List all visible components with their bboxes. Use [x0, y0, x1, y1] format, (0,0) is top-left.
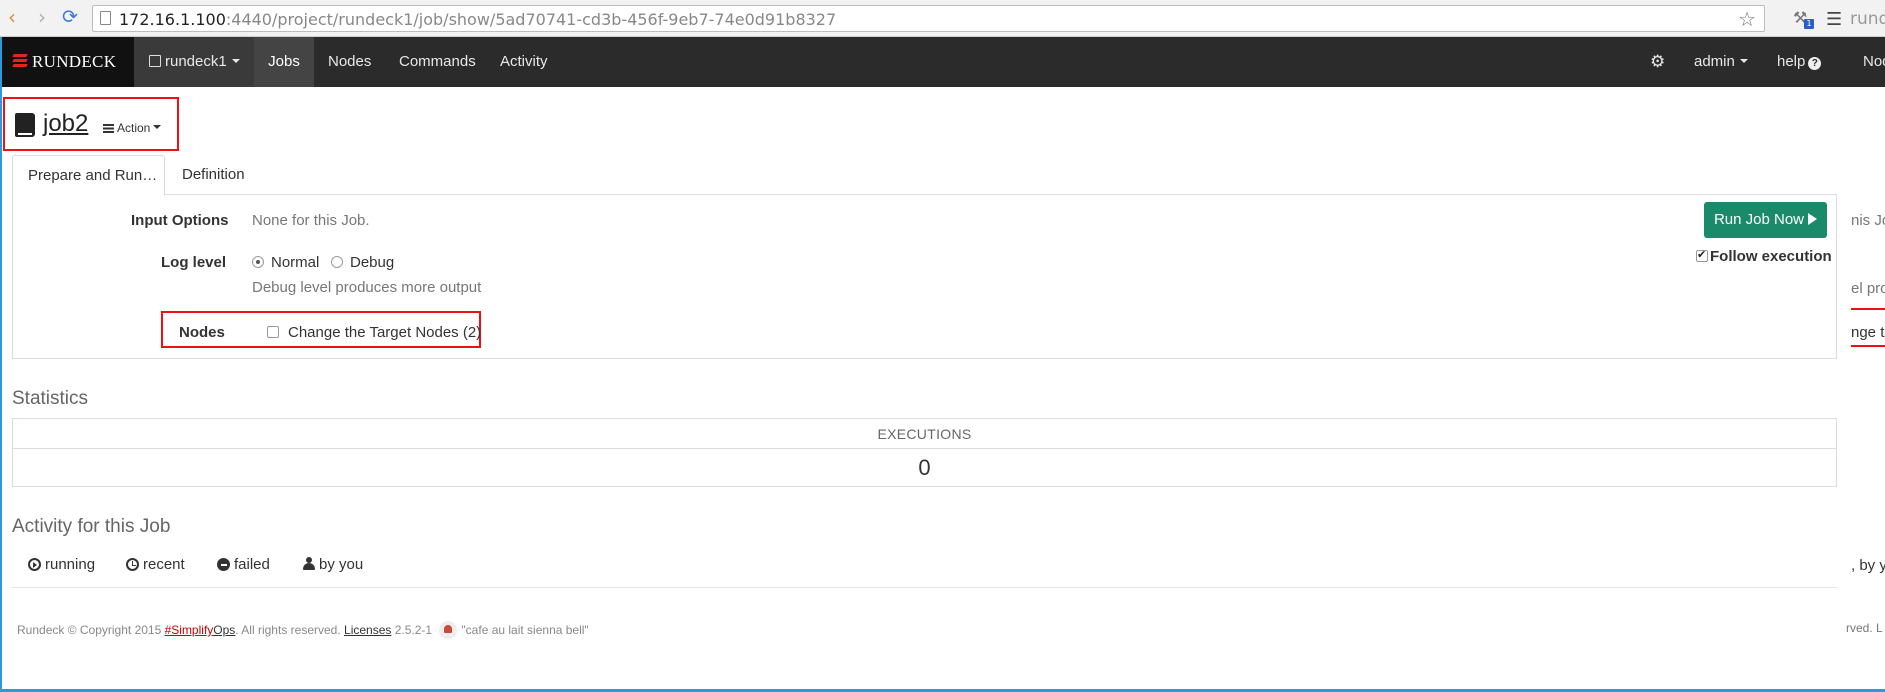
filter-recent-label: recent [143, 556, 185, 573]
run-job-now-label: Run Job Now [1713, 211, 1805, 228]
browser-toolbar: ‹ › ⟳ 172.16.1.100:4440/project/rundeck1… [0, 0, 1885, 37]
help-link[interactable]: help? [1777, 37, 1822, 87]
nodes-label: Nodes [179, 324, 225, 341]
brand-text: RUNDECK [32, 52, 117, 71]
checkbox-icon [267, 326, 279, 338]
question-icon: ? [1808, 57, 1822, 70]
footer-rights: . All rights reserved. [235, 623, 345, 637]
log-level-normal-label: Normal [271, 254, 320, 271]
nav-jobs[interactable]: Jobs [254, 37, 314, 87]
filter-running[interactable]: running [28, 556, 95, 573]
filter-by-you-label: by you [319, 556, 364, 573]
change-target-nodes-checkbox[interactable]: Change the Target Nodes (2) [267, 324, 481, 341]
footer-version: 2.5.2-1 [391, 623, 436, 637]
back-icon[interactable]: ‹ [2, 7, 22, 28]
user-name: admin [1694, 53, 1735, 70]
follow-execution-checkbox[interactable]: Follow execution [1696, 248, 1832, 265]
footer: Rundeck © Copyright 2015 #SimplifyOps. A… [17, 621, 589, 639]
executions-count: 0 [918, 455, 931, 480]
caret-down-icon [153, 125, 162, 129]
action-label: Action [117, 121, 151, 135]
project-name: rundeck1 [165, 53, 227, 70]
nav-nodes[interactable]: Nodes [328, 37, 371, 87]
ghost-tab-text: runde [1850, 9, 1885, 29]
browser-menu-icon[interactable]: ☰ [1826, 9, 1842, 30]
ops-link[interactable]: Ops [213, 623, 235, 637]
job-header: job2 Action [3, 97, 179, 151]
input-options-label: Input Options [131, 212, 229, 229]
gear-icon[interactable]: ⚙ [1650, 37, 1665, 87]
checkbox-checked-icon [1696, 248, 1708, 262]
simplify-link[interactable]: #Simplify [165, 623, 214, 637]
brand-link[interactable]: RUNDECK [0, 37, 134, 87]
tab-definition[interactable]: Definition [182, 155, 245, 195]
run-job-now-button[interactable]: Run Job Now [1704, 202, 1827, 238]
filter-failed-label: failed [234, 556, 270, 573]
extension-icon[interactable]: ⚒ 1 [1793, 8, 1815, 30]
forward-icon[interactable]: › [32, 7, 52, 28]
statistics-title: Statistics [12, 388, 89, 409]
ghost-filter-text: , by yo [1851, 557, 1885, 574]
filter-failed[interactable]: failed [217, 556, 270, 573]
filter-running-label: running [45, 556, 96, 573]
project-dropdown[interactable]: rundeck1 [134, 37, 254, 87]
help-label: help [1777, 53, 1806, 70]
main-navbar: RUNDECK rundeck1 Jobs Nodes Commands Act… [0, 37, 1885, 87]
url-host: 172.16.1.100 [119, 10, 226, 29]
executions-header: EXECUTIONS [13, 419, 1836, 449]
user-menu[interactable]: admin [1694, 37, 1748, 87]
filter-by-you[interactable]: by you [303, 556, 363, 573]
follow-execution-label: Follow execution [1710, 248, 1832, 265]
tab-prepare-and-run[interactable]: Prepare and Run… [12, 155, 165, 196]
footer-codename: "cafe au lait sienna bell" [461, 623, 589, 637]
server-icon [149, 55, 161, 67]
statistics-table: EXECUTIONS 0 [12, 418, 1837, 487]
book-icon [15, 113, 35, 137]
nav-commands[interactable]: Commands [399, 37, 476, 87]
rundeck-logo-icon [12, 54, 28, 68]
radio-icon [331, 256, 343, 268]
page-icon [100, 11, 111, 25]
ghost-highlight-edge [1851, 345, 1885, 347]
activity-title: Activity for this Job [12, 516, 171, 537]
footer-copyright: Rundeck © Copyright 2015 [17, 623, 165, 637]
log-level-help: Debug level produces more output [252, 279, 482, 296]
ghost-text-1: nis Jo [1851, 212, 1885, 229]
user-icon [303, 557, 315, 570]
log-level-debug[interactable]: Debug [331, 254, 394, 271]
play-icon [1808, 213, 1818, 225]
ghost-text-2: el pro [1851, 280, 1885, 297]
list-icon [103, 124, 114, 133]
ghost-highlight-edge [1851, 308, 1885, 310]
nav-activity[interactable]: Activity [500, 37, 548, 87]
ghost-text-3: nge th [1851, 324, 1885, 341]
activity-filters: running recent failed by you [12, 550, 1837, 588]
extension-badge: 1 [1804, 19, 1814, 29]
input-options-value: None for this Job. [252, 212, 370, 229]
log-level-label: Log level [161, 254, 227, 271]
job-tabs: Prepare and Run… Definition [12, 155, 1837, 196]
log-level-debug-label: Debug [350, 254, 395, 271]
licenses-link[interactable]: Licenses [344, 623, 391, 637]
minus-circle-icon [217, 558, 230, 571]
filter-recent[interactable]: recent [126, 556, 185, 573]
ghost-footer-text: rved. L [1846, 621, 1883, 635]
bell-icon [439, 621, 458, 639]
reload-icon[interactable]: ⟳ [60, 8, 80, 28]
address-bar[interactable]: 172.16.1.100:4440/project/rundeck1/job/s… [92, 5, 1765, 32]
log-level-normal[interactable]: Normal [252, 254, 319, 271]
radio-selected-icon [252, 256, 264, 268]
caret-down-icon [1739, 59, 1748, 63]
url-path: :4440/project/rundeck1/job/show/5ad70741… [225, 10, 837, 29]
bookmark-star-icon[interactable]: ☆ [1738, 7, 1756, 31]
caret-down-icon [231, 59, 240, 63]
nav-cut-item[interactable]: Nod [1863, 37, 1885, 87]
clock-icon [126, 558, 139, 571]
job-title[interactable]: job2 [43, 110, 88, 138]
selection-frame-left [0, 37, 2, 689]
change-target-nodes-label: Change the Target Nodes (2) [288, 324, 482, 341]
action-dropdown[interactable]: Action [103, 121, 162, 135]
url-text[interactable]: 172.16.1.100:4440/project/rundeck1/job/s… [119, 10, 836, 29]
play-circle-icon [28, 558, 41, 571]
